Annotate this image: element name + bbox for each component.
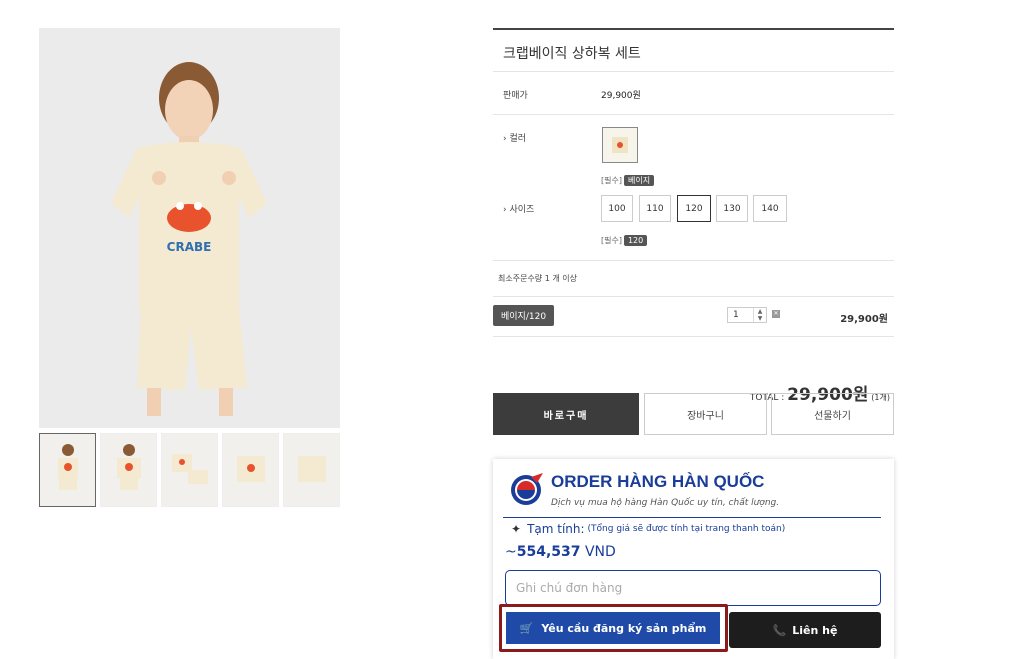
register-button-label: Yêu cầu đăng ký sản phẩm bbox=[541, 621, 707, 635]
phone-icon: 📞 bbox=[772, 623, 787, 637]
order-brand-title: ORDER HÀNG HÀN QUỐC bbox=[551, 472, 765, 491]
sparkle-icon: ✦ bbox=[511, 522, 522, 536]
order-tagline: Dịch vụ mua hộ hàng Hàn Quốc uy tín, chấ… bbox=[551, 498, 780, 508]
contact-button-label: Liên hệ bbox=[792, 623, 838, 637]
buy-now-button[interactable]: 바로구매 bbox=[493, 393, 639, 435]
thumbnail-strip bbox=[39, 433, 340, 507]
order-note-input[interactable] bbox=[505, 570, 881, 606]
cart-icon: 🛒 bbox=[519, 621, 534, 635]
estimate-note: (Tổng giá sẽ được tính tại trang thanh t… bbox=[587, 524, 786, 534]
price-prefix: ~ bbox=[505, 544, 517, 560]
thumbnail-2[interactable] bbox=[100, 433, 157, 507]
purchase-area: TOTAL : 29,900원 (1개) 바로구매 장바구니 선물하기 ORDE… bbox=[493, 28, 894, 659]
price-currency: VND bbox=[584, 544, 616, 560]
add-to-cart-button[interactable]: 장바구니 bbox=[644, 393, 767, 435]
shirt-print-text: CRABE bbox=[167, 240, 212, 254]
thumbnail-5[interactable] bbox=[283, 433, 340, 507]
contact-button[interactable]: 📞 Liên hệ bbox=[729, 612, 881, 648]
thumbnail-3[interactable] bbox=[161, 433, 218, 507]
main-product-image: CRABE bbox=[39, 28, 340, 428]
action-buttons: 바로구매 장바구니 선물하기 bbox=[493, 393, 894, 435]
order-divider bbox=[503, 517, 881, 518]
order-logo-icon bbox=[509, 471, 545, 511]
estimate-label: Tạm tính: bbox=[527, 522, 585, 536]
thumbnail-4[interactable] bbox=[222, 433, 279, 507]
price-value-vnd: 554,537 bbox=[516, 544, 581, 560]
register-product-button[interactable]: 🛒 Yêu cầu đăng ký sản phẩm bbox=[506, 612, 720, 644]
order-widget: ORDER HÀNG HÀN QUỐC Dịch vụ mua hộ hàng … bbox=[493, 459, 894, 659]
estimated-price: ~554,537 VND bbox=[505, 544, 616, 560]
gift-button[interactable]: 선물하기 bbox=[771, 393, 894, 435]
estimate-row: ✦ Tạm tính: (Tổng giá sẽ được tính tại t… bbox=[511, 522, 785, 536]
thumbnail-1[interactable] bbox=[39, 433, 96, 507]
